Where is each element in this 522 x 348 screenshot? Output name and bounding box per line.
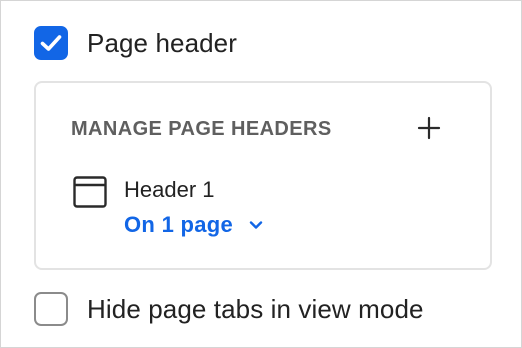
page-header-label[interactable]: Page header: [87, 28, 237, 59]
plus-icon: [417, 116, 441, 140]
header-item-name[interactable]: Header 1: [124, 177, 215, 203]
manage-page-headers-panel: MANAGE PAGE HEADERS Header 1 On 1 page: [34, 81, 492, 270]
window-icon: [73, 176, 107, 208]
page-header-settings: Page header MANAGE PAGE HEADERS Header 1…: [0, 0, 522, 348]
add-header-button[interactable]: [414, 113, 444, 143]
pages-dropdown[interactable]: On 1 page: [124, 212, 263, 238]
hide-page-tabs-checkbox[interactable]: [34, 292, 68, 326]
pages-dropdown-label[interactable]: On 1 page: [124, 212, 233, 238]
hide-page-tabs-option[interactable]: Hide page tabs in view mode: [34, 292, 424, 326]
checkmark-icon: [40, 35, 62, 51]
hide-page-tabs-label[interactable]: Hide page tabs in view mode: [87, 294, 424, 325]
page-header-option[interactable]: Page header: [34, 26, 237, 60]
panel-title: MANAGE PAGE HEADERS: [71, 118, 332, 140]
page-header-checkbox[interactable]: [34, 26, 68, 60]
chevron-down-icon: [249, 221, 263, 229]
